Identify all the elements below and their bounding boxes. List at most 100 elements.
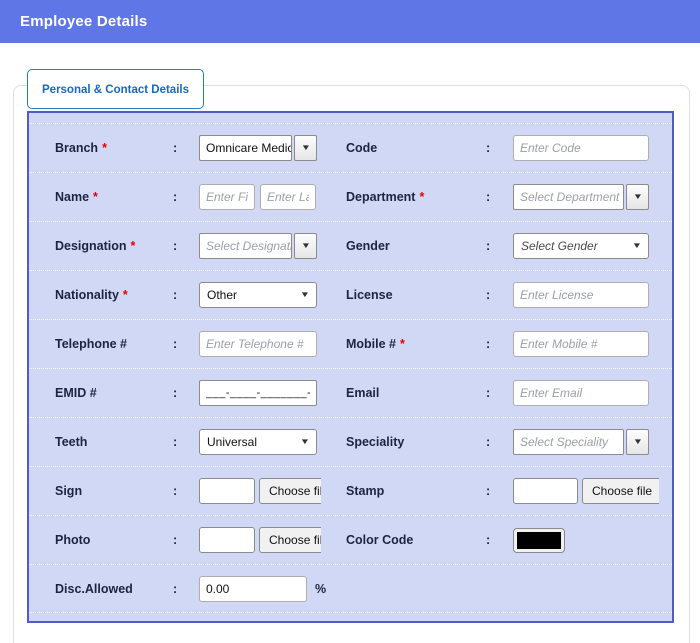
details-panel: Personal & Contact Details Branch* : Omn… xyxy=(13,85,690,643)
name-inputs xyxy=(199,184,346,210)
colon: : xyxy=(173,141,199,155)
code-input[interactable] xyxy=(513,135,649,161)
disc-allowed-wrap: % xyxy=(199,576,346,602)
nationality-select[interactable]: Other ▼ xyxy=(199,282,317,308)
stamp-choose-file-button[interactable]: Choose file xyxy=(582,478,659,504)
page-header: Employee Details xyxy=(0,0,700,43)
required-asterisk: * xyxy=(400,337,405,351)
photo-label: Photo xyxy=(55,533,173,547)
chevron-down-icon: ▼ xyxy=(632,193,642,201)
required-asterisk: * xyxy=(123,288,128,302)
email-label: Email xyxy=(346,386,486,400)
gender-select-placeholder: Select Gender xyxy=(521,239,598,253)
color-code-picker[interactable] xyxy=(513,528,565,553)
colon: : xyxy=(173,582,199,596)
required-asterisk: * xyxy=(419,190,424,204)
required-asterisk: * xyxy=(102,141,107,155)
required-asterisk: * xyxy=(93,190,98,204)
colon: : xyxy=(486,533,513,547)
designation-select[interactable]: Select Designation ▼ xyxy=(199,233,317,259)
photo-file-box[interactable] xyxy=(199,527,255,553)
teeth-select[interactable]: Universal ▼ xyxy=(199,429,317,455)
colon: : xyxy=(486,288,513,302)
colon: : xyxy=(173,435,199,449)
branch-select-value: Omnicare Medical xyxy=(199,135,292,161)
form-row-photo-colorcode: Photo : Choose file Color Code : xyxy=(29,515,672,564)
chevron-down-icon: ▼ xyxy=(632,438,642,446)
branch-select[interactable]: Omnicare Medical ▼ xyxy=(199,135,317,161)
branch-label: Branch* xyxy=(55,141,173,155)
mobile-input[interactable] xyxy=(513,331,649,357)
colon: : xyxy=(173,239,199,253)
gender-select[interactable]: Select Gender ▼ xyxy=(513,233,649,259)
chevron-down-icon: ▼ xyxy=(300,242,310,250)
name-label: Name* xyxy=(55,190,173,204)
emid-input[interactable] xyxy=(199,380,317,406)
form-row-emid-email: EMID # : Email : xyxy=(29,368,672,417)
gender-label: Gender xyxy=(346,239,486,253)
colon: : xyxy=(486,484,513,498)
page-title: Employee Details xyxy=(20,13,147,30)
chevron-down-icon: ▼ xyxy=(300,438,310,446)
sign-file-input: Choose file xyxy=(199,478,321,504)
sign-file-box[interactable] xyxy=(199,478,255,504)
speciality-dropdown-button[interactable]: ▼ xyxy=(626,429,649,455)
color-swatch xyxy=(517,532,561,549)
teeth-select-value: Universal xyxy=(207,435,257,449)
code-label: Code xyxy=(346,141,486,155)
stamp-file-box[interactable] xyxy=(513,478,578,504)
chevron-down-icon: ▼ xyxy=(300,291,310,299)
form-row-branch-code: Branch* : Omnicare Medical ▼ Code : xyxy=(29,123,672,172)
tab-label: Personal & Contact Details xyxy=(42,84,189,96)
personal-contact-form: Branch* : Omnicare Medical ▼ Code : Name… xyxy=(27,111,674,623)
sign-choose-file-button[interactable]: Choose file xyxy=(259,478,321,504)
department-select[interactable]: Select Department ▼ xyxy=(513,184,649,210)
department-label: Department* xyxy=(346,190,486,204)
colon: : xyxy=(173,484,199,498)
telephone-label: Telephone # xyxy=(55,337,173,351)
photo-file-input: Choose file xyxy=(199,527,321,553)
chevron-down-icon: ▼ xyxy=(632,242,642,250)
photo-choose-file-button[interactable]: Choose file xyxy=(259,527,321,553)
teeth-label: Teeth xyxy=(55,435,173,449)
nationality-select-value: Other xyxy=(207,288,237,302)
form-row-sign-stamp: Sign : Choose file Stamp : Choose file xyxy=(29,466,672,515)
license-input[interactable] xyxy=(513,282,649,308)
colon: : xyxy=(486,239,513,253)
disc-allowed-input[interactable] xyxy=(199,576,307,602)
sign-label: Sign xyxy=(55,484,173,498)
branch-dropdown-button[interactable]: ▼ xyxy=(294,135,317,161)
email-input[interactable] xyxy=(513,380,649,406)
stamp-file-input: Choose file xyxy=(513,478,659,504)
colon: : xyxy=(486,386,513,400)
speciality-label: Speciality xyxy=(346,435,486,449)
mobile-label: Mobile #* xyxy=(346,337,486,351)
form-row-disc-allowed: Disc.Allowed : % xyxy=(29,564,672,613)
form-row-teeth-speciality: Teeth : Universal ▼ Speciality : Select … xyxy=(29,417,672,466)
colon: : xyxy=(173,533,199,547)
color-code-label: Color Code xyxy=(346,533,486,547)
designation-dropdown-button[interactable]: ▼ xyxy=(294,233,317,259)
form-row-nationality-license: Nationality* : Other ▼ License : xyxy=(29,270,672,319)
speciality-select[interactable]: Select Speciality ▼ xyxy=(513,429,649,455)
tab-personal-contact-details[interactable]: Personal & Contact Details xyxy=(27,69,204,109)
form-row-designation-gender: Designation* : Select Designation ▼ Gend… xyxy=(29,221,672,270)
disc-allowed-label: Disc.Allowed xyxy=(55,582,173,596)
form-row-telephone-mobile: Telephone # : Mobile #* : xyxy=(29,319,672,368)
speciality-select-placeholder: Select Speciality xyxy=(513,429,624,455)
stamp-label: Stamp xyxy=(346,484,486,498)
license-label: License xyxy=(346,288,486,302)
first-name-input[interactable] xyxy=(199,184,255,210)
colon: : xyxy=(486,190,513,204)
last-name-input[interactable] xyxy=(260,184,316,210)
telephone-input[interactable] xyxy=(199,331,317,357)
designation-select-placeholder: Select Designation xyxy=(199,233,292,259)
chevron-down-icon: ▼ xyxy=(300,144,310,152)
colon: : xyxy=(486,337,513,351)
colon: : xyxy=(173,386,199,400)
department-dropdown-button[interactable]: ▼ xyxy=(626,184,649,210)
form-row-name-department: Name* : Department* : Select Department … xyxy=(29,172,672,221)
colon: : xyxy=(486,435,513,449)
colon: : xyxy=(173,288,199,302)
colon: : xyxy=(173,337,199,351)
